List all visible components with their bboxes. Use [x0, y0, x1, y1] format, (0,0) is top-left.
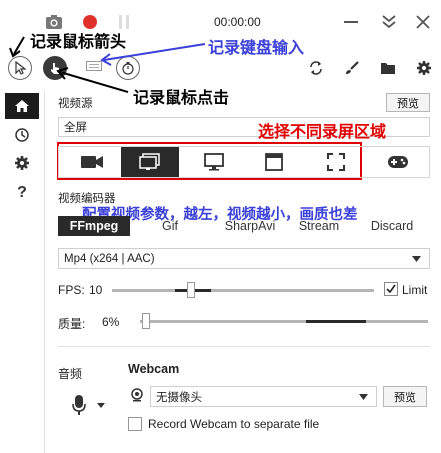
chevron-down-icon [97, 402, 105, 408]
tab-sharpavi[interactable]: SharpAvi [210, 216, 290, 236]
audio-label: 音频 [58, 367, 83, 381]
webcam-preview-button[interactable]: 预览 [383, 386, 427, 407]
fps-value: 10 [89, 283, 103, 297]
source-region-button[interactable] [307, 147, 365, 177]
fps-slider-thumb[interactable] [187, 282, 195, 298]
source-gamepad-button[interactable] [369, 147, 427, 177]
sidebar-item-home[interactable] [5, 93, 39, 119]
webcam-label: Webcam [128, 362, 180, 376]
sidebar-item-settings[interactable] [5, 150, 39, 176]
annotation-arrow-label: 记录鼠标箭头 [30, 32, 127, 51]
webcam-separate-label: Record Webcam to separate file [148, 417, 320, 431]
tab-ffmpeg[interactable]: FFmpeg [58, 216, 130, 236]
check-icon [386, 284, 396, 294]
annotation-keyboard-label: 记录键盘输入 [208, 38, 305, 57]
quality-slider-track[interactable] [140, 320, 428, 323]
codec-tabs: FFmpeg Gif SharpAvi Stream Discard [58, 216, 430, 236]
webcam-select[interactable]: 无摄像头 [150, 386, 377, 407]
video-source-preview-button[interactable]: 预览 [386, 93, 430, 112]
fps-limit-checkbox[interactable] [384, 282, 398, 296]
tab-stream[interactable]: Stream [284, 216, 354, 236]
tab-discard[interactable]: Discard [354, 216, 430, 236]
quality-slider-thumb[interactable] [142, 313, 150, 329]
quality-label: 质量: [58, 317, 86, 331]
chevron-down-icon [412, 256, 421, 262]
video-source-label: 视频源 [58, 98, 93, 110]
microphone-button[interactable] [64, 390, 112, 420]
format-select[interactable]: Mp4 (x264 | AAC) [58, 248, 430, 269]
source-screen-button[interactable] [121, 147, 179, 177]
fps-slider-track[interactable] [112, 289, 374, 292]
quality-value: 6% [102, 315, 120, 329]
source-window-button[interactable] [245, 147, 303, 177]
sidebar-item-history[interactable] [5, 122, 39, 148]
divider [58, 346, 430, 347]
sidebar-divider [44, 90, 45, 453]
tab-gif[interactable]: Gif [130, 216, 210, 236]
video-source-bar [58, 146, 430, 178]
microphone-icon [72, 395, 86, 415]
webcam-icon [128, 386, 146, 404]
webcam-separate-checkbox[interactable] [128, 417, 142, 431]
source-camera-button[interactable] [63, 147, 121, 177]
annotation-region-label: 选择不同录屏区域 [258, 122, 387, 141]
webcam-select-value: 无摄像头 [156, 391, 202, 404]
quality-slider-fill [306, 320, 366, 323]
sidebar: ? [0, 90, 44, 453]
annotation-click-label: 记录鼠标点击 [133, 88, 230, 107]
fps-label: FPS: [58, 283, 85, 297]
chevron-down-icon [359, 394, 368, 400]
format-select-value: Mp4 (x264 | AAC) [64, 252, 155, 265]
source-monitor-button[interactable] [185, 147, 243, 177]
sidebar-item-help[interactable]: ? [5, 180, 39, 206]
fps-limit-label: Limit [402, 283, 428, 297]
